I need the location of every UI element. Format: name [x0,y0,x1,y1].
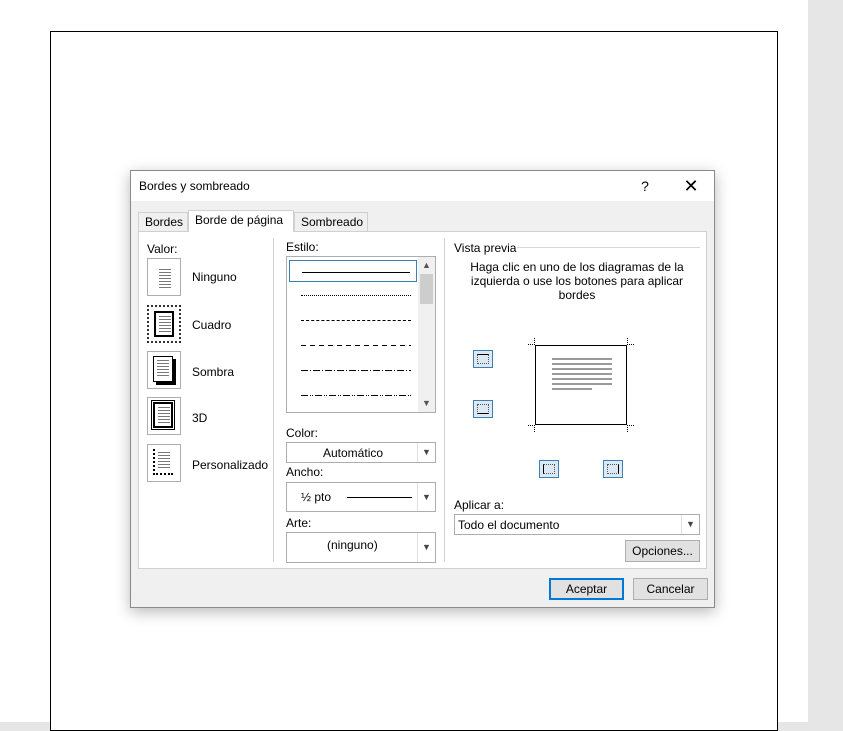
setting-label: Valor: [147,242,178,256]
setting-box-icon[interactable] [147,305,181,343]
chevron-down-icon: ▼ [417,443,435,462]
setting-box-label[interactable]: Cuadro [192,318,231,332]
width-sample-line [347,497,412,498]
style-option-dash-dot[interactable] [289,359,417,381]
preview-group-line [517,247,700,248]
page-border-panel: Valor: Ninguno Cuadro Sombra 3D Personal… [138,231,707,569]
options-button[interactable]: Opciones... [625,540,700,562]
art-label: Arte: [286,516,312,530]
preview-corner-mark [528,425,535,432]
separator-right [444,238,445,562]
setting-3d-icon[interactable] [147,397,181,435]
chevron-down-icon: ▼ [417,483,435,511]
setting-none-icon[interactable] [147,258,181,296]
close-button[interactable]: ✕ [677,175,705,197]
setting-none-label[interactable]: Ninguno [192,270,237,284]
preview-text-lines [552,358,612,393]
setting-3d-label[interactable]: 3D [192,411,207,425]
style-option-dotted[interactable] [289,284,417,306]
color-label: Color: [286,426,319,440]
style-option-dashed-small[interactable] [289,309,417,331]
separator-left [273,238,274,562]
width-value: ½ pto [301,490,332,504]
scroll-thumb[interactable] [420,274,433,304]
style-option-dashed-large[interactable] [289,334,417,356]
art-dropdown[interactable]: (ninguno) ▼ [286,532,436,563]
preview-label: Vista previa [454,241,517,255]
color-dropdown[interactable]: Automático ▼ [286,442,436,463]
scroll-up-icon[interactable]: ▲ [418,257,435,274]
help-button[interactable]: ? [631,175,659,197]
art-value: (ninguno) [327,538,378,552]
chevron-down-icon: ▼ [681,515,699,534]
tab-page-border[interactable]: Borde de página [188,210,294,232]
dialog-titlebar: Bordes y sombreado ? ✕ [131,171,714,201]
preview-corner-mark [528,338,535,345]
tab-page-border-label: Borde de página [195,213,284,227]
width-label: Ancho: [286,465,324,479]
tab-shading[interactable]: Sombreado [294,212,368,231]
style-listbox[interactable]: ▲ ▼ [286,256,436,413]
setting-shadow-icon[interactable] [147,351,181,389]
bottom-border-button[interactable] [473,400,493,418]
style-label: Estilo: [286,240,319,254]
preview-page[interactable] [535,345,627,425]
dialog-title: Bordes y sombreado [139,179,250,193]
preview-help-text: Haga clic en uno de los diagramas de la … [470,260,684,302]
setting-custom-icon[interactable] [147,444,181,482]
ok-button[interactable]: Aceptar [549,578,624,600]
scroll-down-icon[interactable]: ▼ [418,395,435,412]
style-option-dash-dot-dot[interactable] [289,384,417,406]
style-scrollbar[interactable]: ▲ ▼ [418,257,435,412]
right-border-button[interactable] [603,460,623,478]
apply-to-value: Todo el documento [458,518,560,532]
width-dropdown[interactable]: ½ pto ▼ [286,482,436,512]
style-option-solid[interactable] [289,260,417,282]
top-border-button[interactable] [473,350,493,368]
chevron-down-icon: ▼ [417,533,435,562]
workspace-margin [808,0,843,722]
apply-to-label: Aplicar a: [454,498,505,512]
tab-borders-label: Bordes [145,215,184,229]
left-border-button[interactable] [539,460,559,478]
apply-to-dropdown[interactable]: Todo el documento ▼ [454,514,700,535]
cancel-button[interactable]: Cancelar [633,578,708,600]
preview-corner-mark [627,338,634,345]
color-value: Automático [323,446,384,460]
preview-corner-mark [627,425,634,432]
borders-shading-dialog: Bordes y sombreado ? ✕ Bordes Borde de p… [130,170,715,608]
setting-shadow-label[interactable]: Sombra [192,365,234,379]
tab-shading-label: Sombreado [301,215,364,229]
tab-borders[interactable]: Bordes [138,212,188,231]
setting-custom-label[interactable]: Personalizado [192,458,268,472]
